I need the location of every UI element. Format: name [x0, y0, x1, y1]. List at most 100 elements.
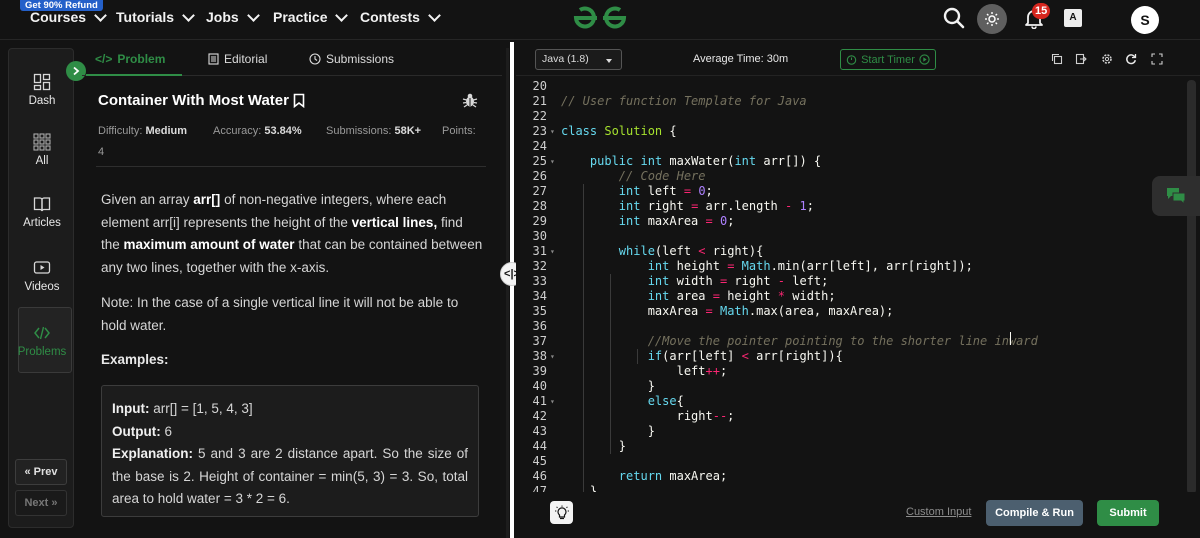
divider [96, 166, 486, 167]
code-line[interactable]: 30 [516, 229, 1186, 244]
nav-tutorials-label: Tutorials [116, 9, 175, 25]
code-line[interactable]: 21 // User function Template for Java [516, 94, 1186, 109]
fold-arrow-icon[interactable]: ▾ [550, 244, 555, 259]
nav-courses[interactable]: Courses [30, 8, 107, 25]
code-line[interactable]: 36 [516, 319, 1186, 334]
desc-bold: vertical lines, [351, 214, 438, 230]
tab-label: Editorial [224, 52, 268, 66]
tab-editorial[interactable]: Editorial [208, 52, 267, 66]
rail-item-problems[interactable]: Problems [9, 324, 75, 358]
fullscreen-icon[interactable] [1151, 53, 1163, 65]
avatar[interactable]: S [1131, 6, 1159, 34]
code-line[interactable]: 25 ▾ public int maxWater(int arr[]) { [516, 154, 1186, 169]
code-icon [34, 326, 50, 340]
custom-input-link[interactable]: Custom Input [906, 506, 971, 518]
split-divider[interactable] [510, 42, 514, 538]
import-icon[interactable] [1075, 53, 1087, 65]
chat-button[interactable] [1152, 176, 1200, 216]
line-number: 33 [532, 274, 547, 288]
settings-icon[interactable] [1101, 53, 1113, 65]
reset-icon[interactable] [1125, 53, 1137, 65]
line-number: 22 [532, 109, 547, 123]
tab-submissions[interactable]: Submissions [309, 52, 394, 66]
line-number: 44 [532, 439, 547, 453]
notification-count-badge: 15 [1032, 3, 1051, 19]
tab-problem[interactable]: </> Problem [95, 52, 165, 66]
page-title: Container With Most Water [98, 92, 305, 109]
chat-icon [1167, 188, 1186, 205]
nav-jobs[interactable]: Jobs [206, 8, 260, 25]
rail-item-articles[interactable]: Articles [9, 195, 75, 229]
language-select[interactable]: Java (1.8) [535, 49, 622, 70]
submit-button[interactable]: Submit [1097, 500, 1159, 526]
code-line[interactable]: 42 right--; [516, 409, 1186, 424]
lightbulb-icon [554, 505, 569, 519]
line-number: 35 [532, 304, 547, 318]
translate-icon[interactable]: A [1064, 9, 1082, 27]
chevron-down-icon [94, 8, 107, 22]
code-text: return maxArea; [618, 469, 728, 483]
nav-courses-label: Courses [30, 9, 87, 25]
code-line[interactable]: 45 [516, 454, 1186, 469]
editor-scrollbar[interactable] [1187, 80, 1196, 494]
fold-arrow-icon[interactable]: ▾ [550, 154, 555, 169]
tab-label: Problem [117, 52, 166, 66]
rail-item-videos[interactable]: Videos [9, 259, 75, 293]
code-line[interactable]: 41 ▾ else{ [516, 394, 1186, 409]
code-line[interactable]: 24 [516, 139, 1186, 154]
timer-icon [846, 55, 857, 65]
fold-arrow-icon[interactable]: ▾ [550, 124, 555, 139]
compile-run-button[interactable]: Compile & Run [986, 500, 1083, 526]
bug-report-icon[interactable] [462, 92, 478, 108]
nav-contests[interactable]: Contests [360, 8, 441, 25]
code-line[interactable]: 46 return maxArea; [516, 469, 1186, 484]
chevron-down-icon [606, 59, 612, 63]
problem-scrollbar[interactable] [506, 48, 509, 538]
search-icon[interactable] [942, 6, 966, 30]
fold-arrow-icon[interactable]: ▾ [550, 394, 555, 409]
rail-item-label: Dash [28, 95, 56, 107]
rail-item-all[interactable]: All [9, 133, 75, 167]
code-line[interactable]: 43 } [516, 424, 1186, 439]
code-line[interactable]: 27 int left = 0; [516, 184, 1186, 199]
copy-icon[interactable] [1051, 53, 1063, 65]
code-line[interactable]: 35 maxArea = Math.max(area, maxArea); [516, 304, 1186, 319]
code-line[interactable]: 40 } [516, 379, 1186, 394]
line-number: 39 [532, 364, 547, 378]
nav-practice[interactable]: Practice [273, 8, 349, 25]
code-editor[interactable]: 20 21 // User function Template for Java 22… [516, 76, 1186, 492]
hint-button[interactable] [550, 501, 573, 524]
code-line[interactable]: 38 ▾ if(arr[left] < arr[right]){ [516, 349, 1186, 364]
code-line[interactable]: 47 } [516, 484, 1186, 492]
rail-item-dash[interactable]: Dash [9, 73, 75, 107]
example-explanation: Explanation: 5 and 3 are 2 distance apar… [112, 443, 468, 511]
next-button[interactable]: Next » [15, 490, 67, 516]
code-line[interactable]: 44 } [516, 439, 1186, 454]
prev-button[interactable]: « Prev [15, 459, 67, 485]
code-line[interactable]: 23 ▾ class Solution { [516, 124, 1186, 139]
gfg-logo-icon[interactable] [570, 3, 630, 33]
code-line[interactable]: 29 int maxArea = 0; [516, 214, 1186, 229]
chevron-right-icon [73, 66, 80, 76]
code-line[interactable]: 32 int height = Math.min(arr[left], arr[… [516, 259, 1186, 274]
theme-toggle-button[interactable] [977, 4, 1007, 34]
code-line[interactable]: 28 int right = arr.length - 1; [516, 199, 1186, 214]
nav-jobs-label: Jobs [206, 9, 239, 25]
code-line[interactable]: 37 //Move the pointer pointing to the sh… [516, 334, 1186, 349]
code-line[interactable]: 34 int area = height * width; [516, 289, 1186, 304]
code-text: left++; [561, 364, 728, 378]
code-line[interactable]: 20 [516, 79, 1186, 94]
chevron-down-icon [335, 8, 349, 22]
bookmark-icon[interactable] [293, 93, 305, 108]
chevron-down-icon [246, 8, 260, 22]
nav-tutorials[interactable]: Tutorials [116, 8, 195, 25]
sun-icon [985, 12, 999, 26]
code-line[interactable]: 39 left++; [516, 364, 1186, 379]
code-line[interactable]: 22 [516, 109, 1186, 124]
start-timer-button[interactable]: Start Timer [840, 49, 936, 70]
code-line[interactable]: 26 // Code Here [516, 169, 1186, 184]
code-line[interactable]: 31 ▾ while(left < right){ [516, 244, 1186, 259]
code-line[interactable]: 33 int width = right - left; [516, 274, 1186, 289]
problem-tabs: </> Problem Editorial Submissions [82, 48, 502, 76]
fold-arrow-icon[interactable]: ▾ [550, 349, 555, 364]
